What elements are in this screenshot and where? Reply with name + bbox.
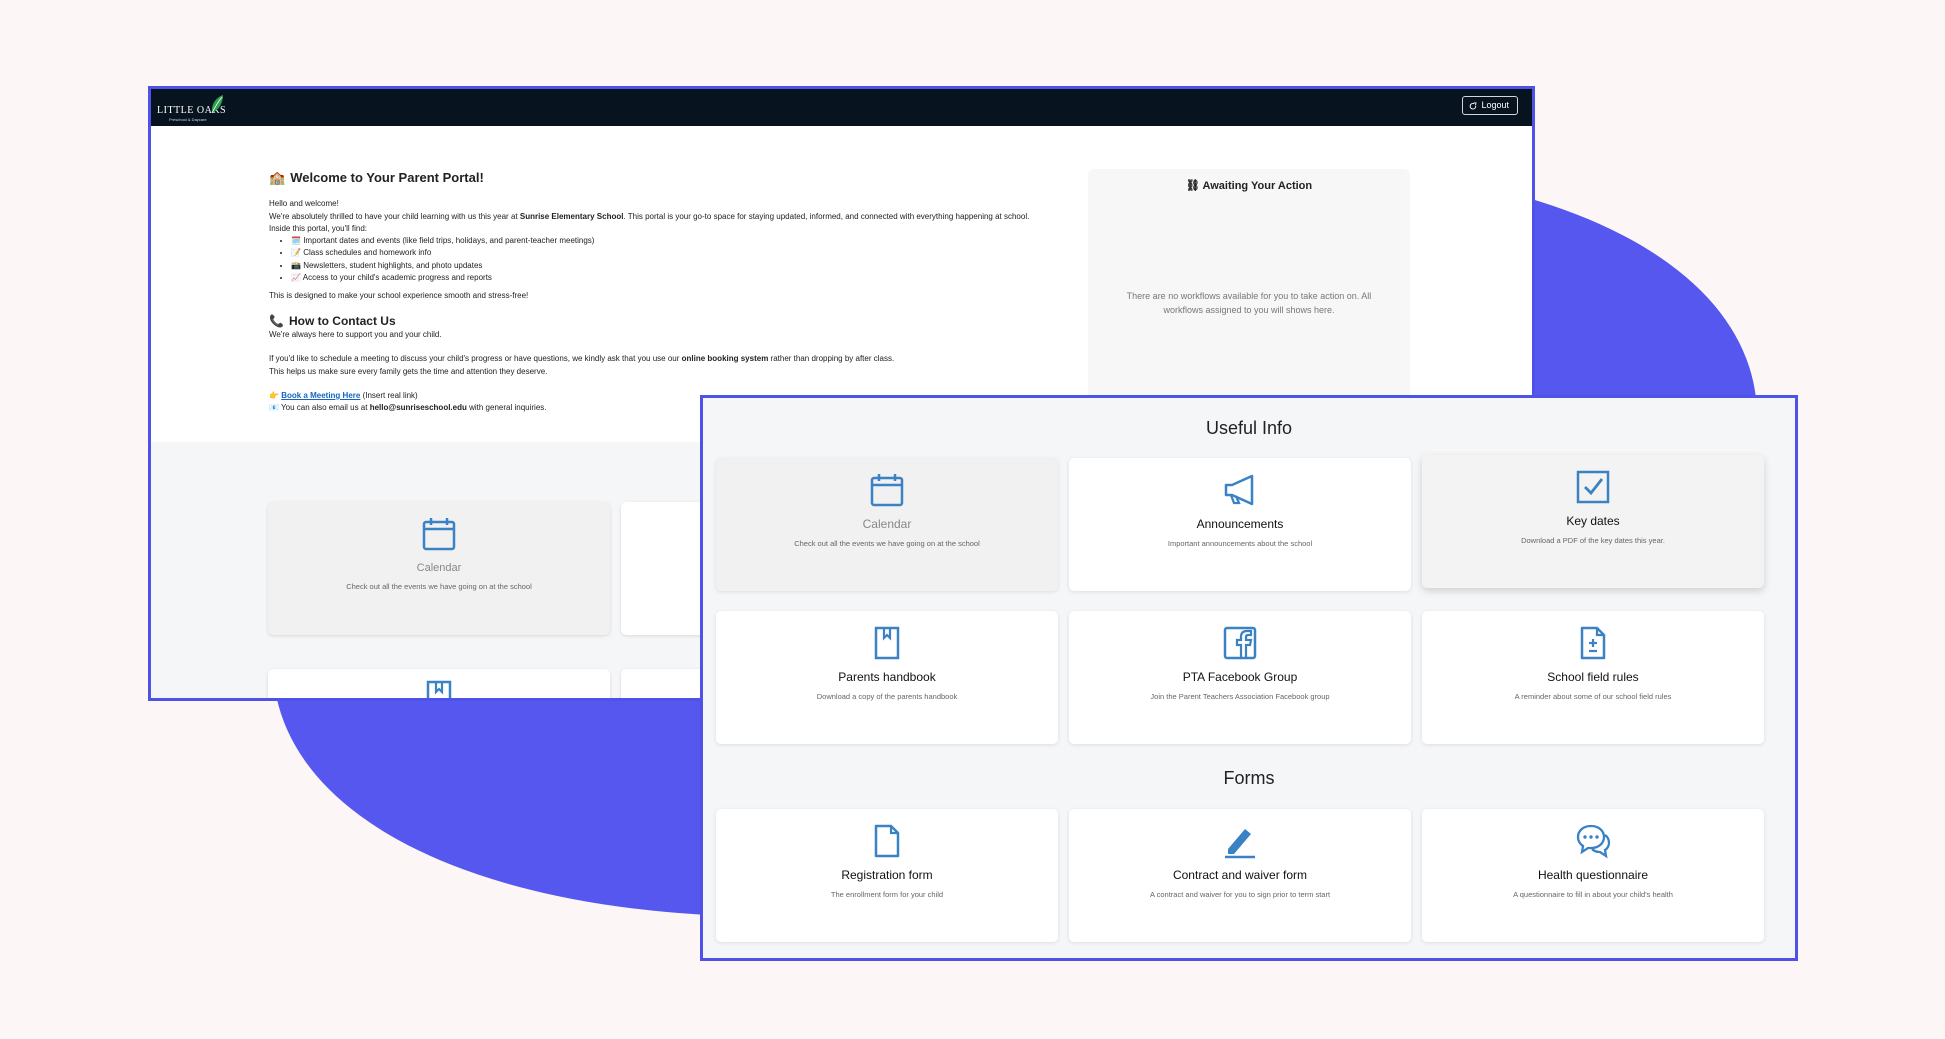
- email-emoji-icon: 📧: [269, 403, 279, 413]
- list-item: 📈 Access to your child's academic progre…: [291, 272, 1069, 284]
- email-address[interactable]: hello@sunriseschool.edu: [370, 403, 467, 412]
- pta-facebook-card-title: PTA Facebook Group: [1182, 670, 1298, 684]
- checkbox-icon: [1576, 470, 1610, 504]
- inside-text: Inside this portal, you'll find:: [269, 223, 368, 233]
- calendar-icon: [422, 518, 456, 551]
- bookmark-book-icon: [874, 626, 900, 660]
- intro-text: We're absolutely thrilled to have your c…: [269, 211, 1030, 221]
- pta-facebook-card[interactable]: PTA Facebook Group Join the Parent Teach…: [1069, 611, 1411, 744]
- welcome-title: Welcome to Your Parent Portal!: [290, 170, 484, 185]
- chat-bubbles-icon: [1576, 824, 1611, 859]
- announcements-card-desc: Important announcements about the school: [1167, 539, 1313, 548]
- awaiting-title: Awaiting Your Action: [1202, 180, 1313, 192]
- calendar-card-desc: Check out all the events we have going o…: [346, 582, 532, 591]
- registration-form-card[interactable]: Registration form The enrollment form fo…: [716, 809, 1058, 942]
- health-questionnaire-title: Health questionnaire: [1537, 868, 1649, 882]
- field-rules-card[interactable]: School field rules A reminder about some…: [1422, 611, 1764, 744]
- logout-label: Logout: [1481, 100, 1509, 110]
- file-icon: [874, 824, 900, 858]
- document-plus-minus-icon: [1580, 626, 1606, 660]
- handbook-card-back[interactable]: [268, 669, 610, 698]
- school-name: Sunrise Elementary School: [519, 211, 624, 221]
- school-icon: 🏫: [269, 170, 286, 185]
- closing-text: This is designed to make your school exp…: [269, 291, 529, 301]
- awaiting-heading: ⛓ Awaiting Your Action: [1088, 179, 1410, 192]
- calendar-card-back[interactable]: Calendar Check out all the events we hav…: [268, 502, 610, 635]
- calendar-card-desc: Check out all the events we have going o…: [794, 539, 980, 548]
- megaphone-icon: [1224, 474, 1254, 506]
- logout-icon: [1470, 101, 1478, 109]
- schedule-text: If you'd like to schedule a meeting to d…: [269, 354, 895, 364]
- calendar-icon: [870, 474, 904, 507]
- workflow-icon: ⛓: [1185, 180, 1200, 192]
- announcements-card-title: Announcements: [1196, 517, 1284, 531]
- list-item: 🗓️ Important dates and events (like fiel…: [291, 235, 1069, 247]
- facebook-icon: [1223, 626, 1257, 660]
- key-dates-card-desc: Download a PDF of the key dates this yea…: [1521, 536, 1665, 545]
- announcements-card[interactable]: Announcements Important announcements ab…: [1069, 458, 1411, 591]
- contract-waiver-desc: A contract and waiver for you to sign pr…: [1149, 890, 1331, 899]
- welcome-content: 🏫 Welcome to Your Parent Portal! Hello a…: [269, 127, 1069, 414]
- camera-emoji-icon: 📸: [291, 260, 301, 270]
- awaiting-empty-text: There are no workflows available for you…: [1126, 291, 1372, 315]
- helps-text: This helps us make sure every family get…: [269, 366, 548, 376]
- registration-form-title: Registration form: [841, 868, 933, 882]
- top-navbar: LITTLE OAKS Preschool & Daycare Logout: [151, 89, 1532, 126]
- list-item: 📝 Class schedules and homework info: [291, 247, 1069, 259]
- registration-form-desc: The enrollment form for your child: [830, 890, 944, 899]
- field-rules-card-title: School field rules: [1547, 670, 1639, 684]
- pen-icon: [1225, 829, 1255, 859]
- handbook-card[interactable]: Parents handbook Download a copy of the …: [716, 611, 1058, 744]
- health-questionnaire-desc: A questionnaire to fill in about your ch…: [1513, 890, 1673, 899]
- chart-emoji-icon: 📈: [291, 273, 301, 283]
- awaiting-action-panel: ⛓ Awaiting Your Action There are no work…: [1088, 169, 1410, 429]
- list-item: 📸 Newsletters, student highlights, and p…: [291, 260, 1069, 272]
- calendar-emoji-icon: 🗓️: [291, 236, 301, 246]
- contract-waiver-card[interactable]: Contract and waiver form A contract and …: [1069, 809, 1411, 942]
- calendar-card[interactable]: Calendar Check out all the events we hav…: [716, 458, 1058, 591]
- health-questionnaire-card[interactable]: Health questionnaire A questionnaire to …: [1422, 809, 1764, 942]
- useful-info-window: Useful Info Calendar Check out all the e…: [700, 395, 1798, 961]
- booking-system: online booking system: [681, 354, 769, 364]
- greeting-text: Hello and welcome!: [269, 199, 339, 209]
- contact-title: How to Contact Us: [288, 313, 396, 328]
- phone-icon: 📞: [269, 313, 284, 328]
- welcome-heading: 🏫 Welcome to Your Parent Portal!: [269, 170, 1069, 185]
- bookmark-book-icon: [426, 680, 452, 698]
- pointing-hand-icon: 👉: [269, 390, 279, 400]
- calendar-card-title: Calendar: [416, 562, 462, 574]
- contact-heading: 📞 How to Contact Us: [269, 313, 1069, 328]
- feature-list: 🗓️ Important dates and events (like fiel…: [269, 235, 1069, 284]
- key-dates-card[interactable]: Key dates Download a PDF of the key date…: [1422, 455, 1764, 588]
- field-rules-card-desc: A reminder about some of our school fiel…: [1514, 692, 1672, 701]
- key-dates-card-title: Key dates: [1566, 514, 1620, 528]
- useful-info-title: Useful Info: [1205, 418, 1293, 438]
- contract-waiver-title: Contract and waiver form: [1172, 868, 1308, 882]
- forms-title: Forms: [1223, 768, 1275, 788]
- book-meeting-link[interactable]: Book a Meeting Here: [281, 391, 360, 400]
- handbook-card-title: Parents handbook: [838, 670, 936, 684]
- logo-tagline: Preschool & Daycare: [169, 117, 207, 122]
- calendar-card-title: Calendar: [862, 517, 912, 531]
- logout-button[interactable]: Logout: [1462, 96, 1518, 115]
- support-text: We're always here to support you and you…: [269, 329, 442, 339]
- leaf-icon: [211, 95, 223, 114]
- handbook-card-desc: Download a copy of the parents handbook: [816, 692, 958, 701]
- memo-emoji-icon: 📝: [291, 248, 301, 258]
- pta-facebook-card-desc: Join the Parent Teachers Association Fac…: [1150, 692, 1330, 701]
